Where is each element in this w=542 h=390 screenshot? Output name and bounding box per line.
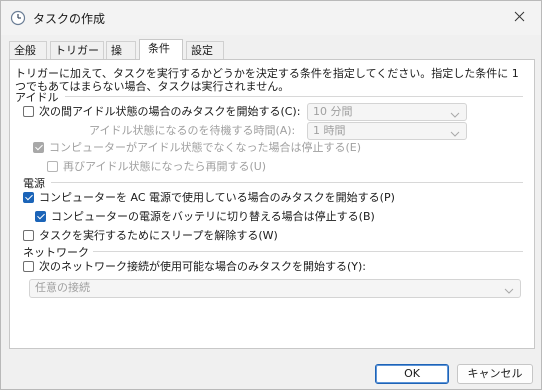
start-if-idle-label: 次の間アイドル状態の場合のみタスクを開始する(C): bbox=[39, 105, 301, 118]
restart-if-idle-label: 再びアイドル状態になったら再開する(U) bbox=[63, 160, 267, 173]
close-icon bbox=[514, 11, 525, 25]
network-only-label: 次のネットワーク接続が使用可能な場合のみタスクを開始する(Y): bbox=[39, 260, 367, 273]
stop-on-battery-row[interactable]: コンピューターの電源をバッテリに切り替える場合は停止する(B) bbox=[35, 208, 375, 224]
wait-duration-value: 1 時間 bbox=[313, 124, 346, 137]
window-title: タスクの作成 bbox=[33, 12, 106, 26]
ac-only-label: コンピューターを AC 電源で使用している場合のみタスクを開始する(P) bbox=[39, 191, 395, 204]
cancel-button[interactable]: キャンセル bbox=[457, 364, 533, 384]
close-button[interactable] bbox=[497, 1, 541, 35]
tab-general[interactable]: 全般 bbox=[9, 41, 47, 59]
chevron-down-icon bbox=[504, 284, 514, 300]
clock-icon bbox=[10, 10, 26, 26]
chevron-down-icon bbox=[450, 127, 460, 143]
title-bar: タスクの作成 bbox=[1, 1, 541, 35]
network-group-divider bbox=[93, 251, 523, 252]
ok-button[interactable]: OK bbox=[375, 364, 449, 384]
wait-label: アイドル状態になるのを待機する時間(A): bbox=[89, 124, 296, 137]
idle-duration-value: 10 分間 bbox=[313, 105, 353, 118]
stop-if-not-idle-row[interactable]: コンピューターがアイドル状態でなくなった場合は停止する(E) bbox=[33, 139, 361, 155]
start-if-idle-row[interactable]: 次の間アイドル状態の場合のみタスクを開始する(C): bbox=[23, 103, 300, 119]
restart-if-idle-checkbox[interactable] bbox=[47, 160, 58, 172]
power-group-divider bbox=[51, 182, 523, 183]
stop-on-battery-checkbox[interactable] bbox=[35, 210, 46, 222]
idle-duration-select[interactable]: 10 分間 bbox=[307, 103, 467, 121]
wait-duration-select[interactable]: 1 時間 bbox=[307, 122, 467, 140]
wake-label: タスクを実行するためにスリープを解除する(W) bbox=[39, 229, 278, 242]
idle-group-divider bbox=[65, 96, 523, 97]
network-only-row[interactable]: 次のネットワーク接続が使用可能な場合のみタスクを開始する(Y): bbox=[23, 258, 366, 274]
tab-settings[interactable]: 設定 bbox=[186, 41, 224, 59]
network-connection-value: 任意の接続 bbox=[35, 281, 90, 294]
stop-if-not-idle-checkbox[interactable] bbox=[33, 141, 44, 153]
network-connection-select[interactable]: 任意の接続 bbox=[29, 279, 521, 298]
wake-row[interactable]: タスクを実行するためにスリープを解除する(W) bbox=[23, 227, 278, 243]
ac-only-checkbox[interactable] bbox=[23, 191, 34, 203]
task-dialog: タスクの作成 全般 トリガー 操作 条件 設定 トリガーに加えて、タスクを実行す… bbox=[0, 0, 542, 390]
stop-if-not-idle-label: コンピューターがアイドル状態でなくなった場合は停止する(E) bbox=[49, 141, 361, 154]
start-if-idle-checkbox[interactable] bbox=[23, 105, 34, 117]
network-only-checkbox[interactable] bbox=[23, 260, 34, 272]
description-text: トリガーに加えて、タスクを実行するかどうかを決定する条件を指定してください。指定… bbox=[15, 67, 519, 93]
wake-checkbox[interactable] bbox=[23, 229, 34, 241]
stop-on-battery-label: コンピューターの電源をバッテリに切り替える場合は停止する(B) bbox=[51, 210, 375, 223]
tab-actions[interactable]: 操作 bbox=[106, 41, 136, 75]
tab-conditions[interactable]: 条件 bbox=[139, 39, 183, 60]
tab-triggers[interactable]: トリガー bbox=[50, 41, 104, 59]
ac-only-row[interactable]: コンピューターを AC 電源で使用している場合のみタスクを開始する(P) bbox=[23, 189, 395, 205]
restart-if-idle-row[interactable]: 再びアイドル状態になったら再開する(U) bbox=[47, 158, 266, 174]
